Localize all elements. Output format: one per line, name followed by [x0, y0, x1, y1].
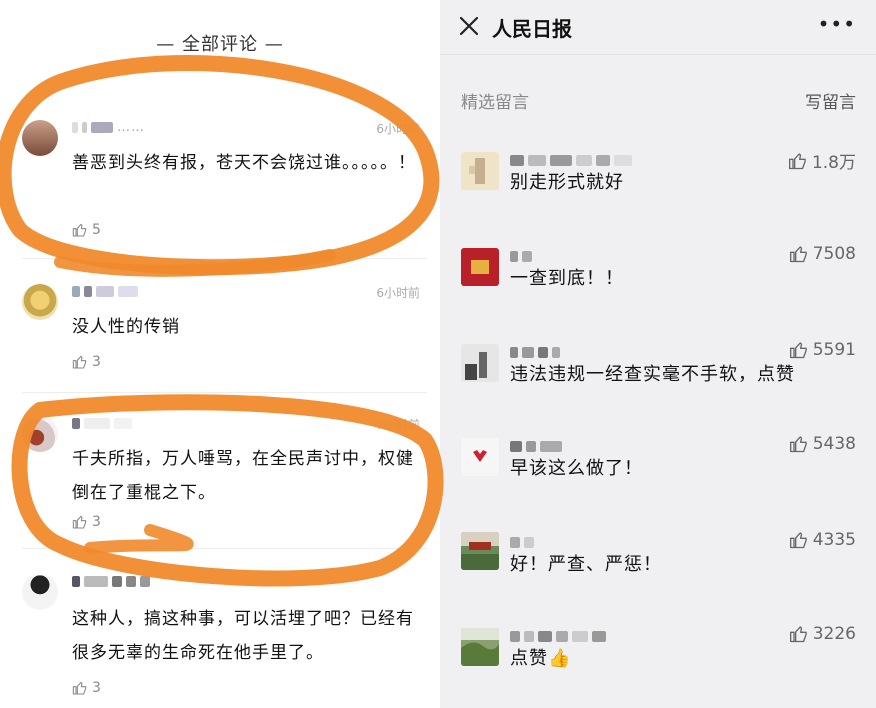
like-count: 3226: [812, 624, 856, 644]
like-button[interactable]: 5: [72, 222, 101, 238]
comment-text: 没人性的传销: [72, 317, 180, 337]
top-bar: 人民日报 •••: [440, 0, 876, 55]
list-item: 违法违规一经查实毫不手软，点赞 5591: [440, 340, 876, 400]
avatar[interactable]: [22, 416, 58, 452]
section-title: — 全部评论 —: [156, 34, 284, 55]
commenter-name[interactable]: [510, 436, 566, 455]
like-button[interactable]: 3: [72, 514, 101, 530]
like-count: 7508: [812, 244, 856, 264]
thumb-up-icon: [789, 626, 807, 643]
divider: [22, 258, 427, 259]
comment-text: 善恶到头终有报，苍天不会饶过谁。。。。。！: [72, 153, 416, 173]
thumb-up-icon: [788, 152, 806, 169]
commenter-name[interactable]: [510, 532, 538, 551]
comment-text: 违法违规一经查实毫不手软，点赞: [510, 364, 795, 385]
list-item: 早该这么做了！ 5438: [440, 434, 876, 494]
divider: [22, 392, 427, 393]
thumb-up-icon: [72, 223, 87, 237]
left-comments-panel: — 全部评论 — …… 6小时前 善恶到头终有报，苍天不会饶过谁。。。。。！ 5…: [0, 0, 440, 708]
commenter-name[interactable]: [72, 416, 136, 431]
page-title: 人民日报: [492, 17, 572, 41]
commenter-name-text: ……: [117, 120, 145, 135]
like-count: 3: [92, 354, 101, 370]
comment-time: 7小时前: [376, 418, 420, 432]
commenter-name[interactable]: [72, 574, 154, 589]
thumb-up-icon: [789, 342, 807, 359]
right-comments-panel: 人民日报 ••• 精选留言 写留言 别走形式就好 1.8万 一查到底！！ 750…: [440, 0, 876, 708]
comment-text: 这种人，搞这种事，可以活埋了吧？已经有很多无辜的生命死在他手里了。: [72, 609, 414, 663]
like-count: 5: [92, 222, 101, 238]
comment-item: …… 6小时前 善恶到头终有报，苍天不会饶过谁。。。。。！ 5: [0, 116, 440, 246]
comment-time: 6小时前: [376, 286, 420, 300]
close-icon[interactable]: [458, 15, 480, 37]
list-item: 别走形式就好 1.8万: [440, 148, 876, 208]
like-count: 3: [92, 514, 101, 530]
thumb-up-icon: [789, 246, 807, 263]
comment-text: 点赞👍: [510, 648, 572, 669]
thumb-up-icon: [72, 355, 87, 369]
list-item: 点赞👍 3226: [440, 624, 876, 684]
featured-comments-label: 精选留言: [461, 93, 529, 113]
comment-item: 7小时前 千夫所指，万人唾骂，在全民声讨中，权健倒在了重棍之下。 3: [0, 414, 440, 534]
list-item: 好！严查、严惩！ 4335: [440, 530, 876, 590]
commenter-name[interactable]: [72, 284, 142, 299]
thumb-up-icon: [789, 532, 807, 549]
like-button[interactable]: 5591: [789, 340, 856, 360]
comment-time: 6小时前: [376, 122, 420, 136]
comment-text: 一查到底！！: [510, 268, 624, 289]
avatar[interactable]: [22, 284, 58, 320]
comment-item: 这种人，搞这种事，可以活埋了吧？已经有很多无辜的生命死在他手里了。 3: [0, 572, 440, 702]
commenter-name[interactable]: [510, 150, 636, 169]
avatar[interactable]: [22, 574, 58, 610]
commenter-name[interactable]: [510, 626, 610, 645]
comment-item: 6小时前 没人性的传销 3: [0, 282, 440, 382]
like-button[interactable]: 3: [72, 680, 101, 696]
avatar[interactable]: [461, 438, 499, 476]
avatar[interactable]: [461, 344, 499, 382]
comment-text: 好！严查、严惩！: [510, 554, 662, 575]
list-item: 一查到底！！ 7508: [440, 244, 876, 304]
divider: [22, 548, 427, 549]
like-button[interactable]: 3: [72, 354, 101, 370]
thumb-up-icon: [72, 515, 87, 529]
like-count: 5438: [812, 434, 856, 454]
like-button[interactable]: 3226: [789, 624, 856, 644]
avatar[interactable]: [461, 532, 499, 570]
like-button[interactable]: 1.8万: [788, 148, 856, 173]
like-count: 4335: [812, 530, 856, 550]
comment-text: 早该这么做了！: [510, 458, 643, 479]
commenter-name[interactable]: [510, 342, 564, 361]
like-button[interactable]: 4335: [789, 530, 856, 550]
like-button[interactable]: 7508: [789, 244, 856, 264]
avatar[interactable]: [22, 120, 58, 156]
avatar[interactable]: [461, 152, 499, 190]
like-count: 5591: [812, 340, 856, 360]
like-count: 1.8万: [811, 153, 856, 173]
more-dots-icon[interactable]: •••: [818, 12, 856, 36]
thumb-up-icon: [789, 436, 807, 453]
comment-text: 千夫所指，万人唾骂，在全民声讨中，权健倒在了重棍之下。: [72, 449, 414, 503]
like-button[interactable]: 5438: [789, 434, 856, 454]
like-count: 3: [92, 680, 101, 696]
avatar[interactable]: [461, 248, 499, 286]
thumb-up-icon: [72, 681, 87, 695]
write-comment-button[interactable]: 写留言: [805, 88, 856, 113]
commenter-name[interactable]: [510, 246, 536, 265]
commenter-name[interactable]: ……: [72, 120, 145, 135]
comment-text: 别走形式就好: [510, 172, 624, 193]
avatar[interactable]: [461, 628, 499, 666]
